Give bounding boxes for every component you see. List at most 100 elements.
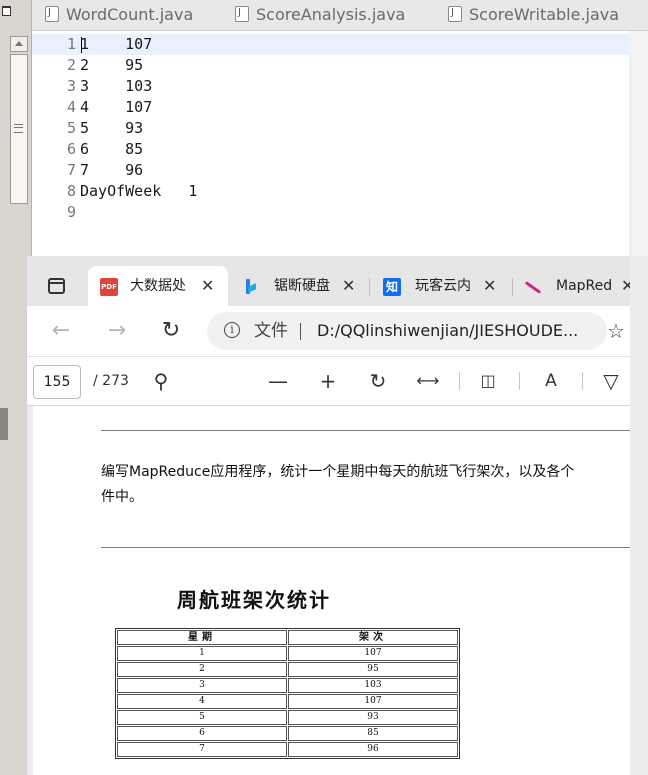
- table-cell: 6: [117, 726, 287, 741]
- line-number: 6: [66, 140, 76, 158]
- table-cell: 93: [288, 710, 458, 725]
- zoom-out-icon[interactable]: —: [263, 366, 293, 396]
- table-cell: 95: [288, 662, 458, 677]
- figure-title: 周航班架次统计: [177, 588, 331, 612]
- table-cell: 85: [288, 726, 458, 741]
- pdf-icon: PDF: [100, 278, 118, 296]
- table-header-cell: 星期: [117, 630, 287, 645]
- editor-overview-ruler: [629, 31, 648, 256]
- code-line[interactable]: 7 96: [80, 160, 143, 181]
- paragraph-line: 件中。: [101, 489, 143, 505]
- tab-divider: [512, 278, 513, 296]
- line-number: 5: [66, 119, 76, 137]
- tab-actions-icon[interactable]: [48, 278, 65, 294]
- browser-tab-label: 锯断硬盘: [274, 278, 330, 294]
- tab-divider: [369, 278, 370, 296]
- code-line[interactable]: 3 103: [80, 76, 152, 97]
- forward-arrow-icon[interactable]: →: [101, 315, 133, 347]
- table-row: 4 107: [117, 694, 458, 709]
- browser-tab-label: 玩客云内: [415, 278, 471, 294]
- page-number-input[interactable]: 155: [33, 365, 81, 399]
- table-cell: 2: [117, 662, 287, 677]
- java-file-icon: [45, 0, 59, 28]
- zhihu-icon: 知: [383, 278, 401, 296]
- back-arrow-icon[interactable]: ←: [45, 315, 77, 347]
- close-icon[interactable]: ✕: [342, 266, 355, 306]
- code-line[interactable]: 4 107: [80, 97, 152, 118]
- close-icon[interactable]: ✕: [201, 266, 214, 306]
- fit-width-icon[interactable]: ⟷: [413, 366, 443, 396]
- editor-tab-scoreanalysis[interactable]: ScoreAnalysis.java: [235, 0, 405, 30]
- pdf-document-view[interactable]: 编写MapReduce应用程序，统计一个星期中每天的航班飞行架次，以及各个 件中…: [27, 406, 631, 775]
- text-caret: [81, 37, 82, 53]
- browser-tab-mapreduce[interactable]: MapRed ✕: [517, 266, 631, 306]
- table-row: 1 107: [117, 646, 458, 661]
- restore-window-icon[interactable]: [2, 6, 11, 16]
- table-row: 3 103: [117, 678, 458, 693]
- page-view-icon[interactable]: ◫: [473, 366, 503, 396]
- line-number: 1: [66, 35, 76, 53]
- browser-tab-strip: PDF 大数据处 ✕ 锯断硬盘 ✕ 知 玩客云内 ✕ MapRed ✕: [27, 256, 631, 306]
- bing-icon: [242, 278, 260, 296]
- panel-marker: [0, 408, 8, 440]
- browser-tab-label: MapRed: [556, 278, 613, 294]
- table-row: 2 95: [117, 662, 458, 677]
- table-cell: 96: [288, 742, 458, 757]
- toolbar-divider: [459, 372, 460, 390]
- table-cell: 5: [117, 710, 287, 725]
- line-number: 8: [66, 182, 76, 200]
- page-count-label: / 273: [93, 373, 129, 389]
- editor-tab-bar: WordCount.java ScoreAnalysis.java ScoreW…: [31, 0, 648, 31]
- editor-tab-wordcount[interactable]: WordCount.java: [45, 0, 193, 30]
- table-cell: 3: [117, 678, 287, 693]
- scroll-up-button[interactable]: [10, 36, 28, 52]
- code-line[interactable]: 2 95: [80, 55, 143, 76]
- code-text-area[interactable]: 1 1 107 2 2 95 3 3 103 4 4 107 5 5 93 6 …: [31, 31, 629, 256]
- url-scheme-label: 文件: [254, 321, 288, 341]
- info-icon[interactable]: i: [224, 322, 240, 338]
- browser-tab-zhihu[interactable]: 知 玩客云内 ✕: [375, 266, 510, 306]
- flight-count-table: 星期 架次 1 107 2 95 3 103 4 107 5 93 6 85 7 96: [115, 628, 460, 759]
- table-header-row: 星期 架次: [117, 630, 458, 645]
- table-header-cell: 架次: [288, 630, 458, 645]
- paragraph-line: 编写MapReduce应用程序，统计一个星期中每天的航班飞行架次，以及各个: [101, 464, 575, 480]
- url-divider: [300, 323, 301, 340]
- search-icon[interactable]: ⚲: [146, 366, 176, 396]
- editor-tab-label: ScoreAnalysis.java: [256, 5, 406, 24]
- url-text[interactable]: D:/QQlinshiwenjian/JIESHOUDE...: [317, 312, 578, 350]
- mapreduce-icon: [523, 278, 541, 296]
- table-cell: 107: [288, 646, 458, 661]
- table-row: 6 85: [117, 726, 458, 741]
- background-window-edge: [630, 256, 648, 775]
- toolbar-divider: [582, 372, 583, 390]
- code-editor-window: WordCount.java ScoreAnalysis.java ScoreW…: [0, 0, 648, 256]
- refresh-icon[interactable]: ↻: [155, 315, 187, 347]
- line-number: 7: [66, 161, 76, 179]
- editor-tab-label: ScoreWritable.java: [469, 5, 620, 24]
- rotate-icon[interactable]: ↻: [363, 366, 393, 396]
- editor-tab-label: WordCount.java: [66, 5, 194, 24]
- table-cell: 4: [117, 694, 287, 709]
- pdf-page-margin: [27, 406, 33, 775]
- editor-tab-scorewritable[interactable]: ScoreWritable.java: [448, 0, 619, 30]
- horizontal-rule: [101, 430, 631, 431]
- grip-icon: [14, 124, 23, 133]
- browser-tab-bing[interactable]: 锯断硬盘 ✕: [232, 266, 367, 306]
- address-bar[interactable]: i 文件 D:/QQlinshiwenjian/JIESHOUDE...: [207, 312, 607, 350]
- code-line[interactable]: 1 107: [80, 34, 152, 55]
- line-number: 3: [66, 77, 76, 95]
- address-bar-row: ← → ↻ i 文件 D:/QQlinshiwenjian/JIESHOUDE.…: [27, 306, 631, 356]
- code-line[interactable]: 6 85: [80, 139, 143, 160]
- code-line[interactable]: DayOfWeek 1: [80, 181, 197, 202]
- code-line[interactable]: 5 93: [80, 118, 143, 139]
- table-cell: 107: [288, 694, 458, 709]
- browser-tab-pdf[interactable]: PDF 大数据处 ✕: [88, 266, 228, 306]
- close-icon[interactable]: ✕: [483, 266, 496, 306]
- line-number: 9: [66, 203, 76, 221]
- draw-icon[interactable]: ▽: [596, 366, 626, 396]
- zoom-in-icon[interactable]: +: [313, 366, 343, 396]
- line-number: 4: [66, 98, 76, 116]
- read-aloud-icon[interactable]: A: [536, 366, 566, 396]
- browser-window: PDF 大数据处 ✕ 锯断硬盘 ✕ 知 玩客云内 ✕ MapRed ✕ ← → …: [26, 256, 631, 775]
- document-paragraph: 编写MapReduce应用程序，统计一个星期中每天的航班飞行架次，以及各个 件中…: [101, 460, 631, 510]
